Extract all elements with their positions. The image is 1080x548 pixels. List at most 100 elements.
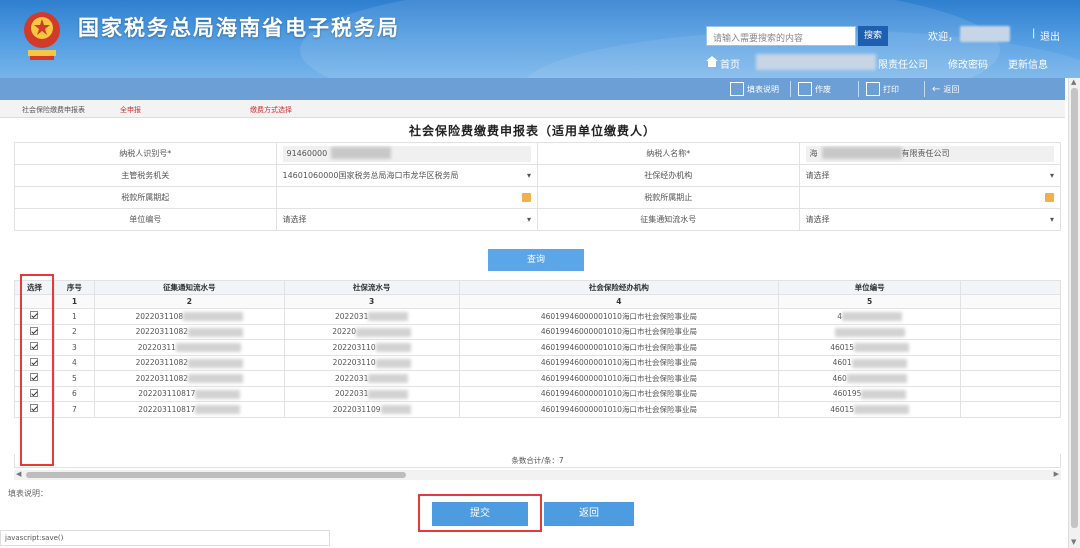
calendar-icon[interactable] [522,193,531,202]
period-start-label: 税款所属期起 [14,186,277,209]
row-unit-no: 460195 [832,389,862,398]
row-seq: 7 [53,401,95,418]
index-cell: 2 [93,294,285,309]
redacted [854,343,910,352]
row-unit-cell: 460 [778,370,962,387]
redacted [368,312,409,321]
row-notice-cell: 20220311082 [93,354,285,371]
row-extra [960,370,1061,387]
redacted [188,327,244,337]
redacted [356,327,412,337]
table-row[interactable]: 6 202203110817 2022031 46019946000001010… [14,385,1061,402]
row-notice-no: 20220311082 [135,358,189,367]
tax-authority-value: 14601060000国家税务总局海口市龙华区税务局 [282,171,459,180]
scroll-down-icon[interactable]: ▼ [1071,538,1076,546]
row-si-no: 2022031109 [332,404,381,414]
row-agency: 46019946000001010海口市社会保险事业局 [458,370,780,387]
back-toolbar-button[interactable]: ← 返回 [932,81,959,97]
reset-label: 作废 [815,84,831,94]
redacted [331,147,392,159]
site-title: 国家税务总局海南省电子税务局 [78,16,400,40]
si-agency-value: 请选择 [805,171,830,180]
divider [924,81,925,97]
tax-authority-select[interactable]: 14601060000国家税务总局海口市龙华区税务局 ▾ [275,164,538,187]
table-row[interactable]: 5 20220311082 2022031 46019946000001010海… [14,370,1061,387]
page: 国家税务总局海南省电子税务局 请输入需要搜索的内容 搜索 欢迎， | 退出 首页… [0,0,1080,548]
tax-emblem-icon [24,12,60,60]
row-notice-no: 20220311 [137,342,176,352]
table-total: 条数合计/条：7 [14,454,1061,468]
row-si-cell: 2022031 [283,308,460,325]
home-icon [706,56,718,67]
row-si-no: 2022031 [334,373,369,383]
scrollbar-thumb[interactable] [1071,88,1078,528]
search-button[interactable]: 搜索 [858,26,888,46]
back-label: 返回 [943,84,960,94]
unit-no-value: 请选择 [282,215,307,224]
row-si-cell: 2022031 [283,385,460,402]
redacted [195,405,241,414]
redacted [380,405,411,414]
chevron-down-icon: ▾ [1049,171,1054,180]
row-si-cell: 2022031 [283,370,460,387]
guide-button[interactable]: 填表说明 [730,81,779,97]
table-row[interactable]: 4 20220311082 202203110 4601994600000101… [14,354,1061,371]
taxpayer-name-cell: 海 有限责任公司 [798,142,1061,165]
status-bar: javascript:save() [0,530,330,546]
notice-no-select[interactable]: 请选择 ▾ [798,208,1061,231]
period-start-input[interactable] [275,186,538,209]
row-notice-no: 202203110817 [138,404,196,414]
logout-link[interactable]: 退出 [1040,28,1060,43]
row-agency: 46019946000001010海口市社会保险事业局 [458,354,780,371]
row-agency: 46019946000001010海口市社会保险事业局 [458,308,780,325]
redacted [183,312,244,321]
scroll-left-icon[interactable]: ◀ [16,470,21,478]
search-input[interactable]: 请输入需要搜索的内容 [706,26,856,46]
taxpayer-id-label: 纳税人识别号* [14,142,277,165]
row-seq: 6 [53,385,95,402]
update-info-link[interactable]: 更新信息 [1008,56,1048,71]
document-icon [730,82,744,96]
row-notice-cell: 202203110817 [93,401,285,418]
table-row[interactable]: 7 202203110817 2022031109 46019946000001… [14,401,1061,418]
calendar-icon[interactable] [1045,193,1054,202]
row-si-cell: 20220 [283,323,460,340]
row-agency: 46019946000001010海口市社会保险事业局 [458,323,780,340]
print-button[interactable]: 打印 [866,81,899,97]
table-row[interactable]: 2 20220311082 20220 46019946000001010海口市… [14,323,1061,340]
row-unit-no: 46015 [830,404,855,414]
table-row[interactable]: 1 2022031108 2022031 46019946000001010海口… [14,308,1061,325]
horizontal-scrollbar[interactable]: ◀ ▶ [14,470,1061,480]
column-header-extra [960,280,1061,295]
nav-home-link[interactable]: 首页 [720,56,740,71]
query-button[interactable]: 查询 [488,249,584,271]
row-notice-no: 20220311082 [135,373,189,383]
row-notice-cell: 202203110817 [93,385,285,402]
index-cell: 5 [778,294,962,309]
table-row[interactable]: 3 20220311 202203110 46019946000001010海口… [14,339,1061,356]
vertical-scrollbar[interactable]: ▲ ▼ [1068,78,1080,548]
period-end-input[interactable] [798,186,1061,209]
printer-icon [866,82,880,96]
row-notice-cell: 2022031108 [93,308,285,325]
username-redacted [960,26,1010,42]
submit-button-highlight [418,494,542,532]
si-agency-select[interactable]: 请选择 ▾ [798,164,1061,187]
scroll-up-icon[interactable]: ▲ [1071,78,1076,86]
row-si-no: 202203110 [332,342,376,352]
row-unit-no: 460 [832,373,847,383]
row-seq: 3 [53,339,95,356]
column-header: 单位编号 [778,280,962,295]
notice-no-value: 请选择 [805,215,830,224]
back-button[interactable]: 返回 [544,502,634,526]
row-unit-cell: 46015 [778,339,962,356]
taxpayer-name-label: 纳税人名称* [537,142,800,165]
change-password-link[interactable]: 修改密码 [948,56,988,71]
chevron-down-icon: ▾ [526,171,531,180]
unit-no-select[interactable]: 请选择 ▾ [275,208,538,231]
scroll-right-icon[interactable]: ▶ [1054,470,1059,478]
form-title: 社会保险费缴费申报表（适用单位缴费人） [408,124,656,138]
redacted [188,358,244,368]
scrollbar-thumb[interactable] [26,472,406,478]
reset-button[interactable]: 作废 [798,81,831,97]
